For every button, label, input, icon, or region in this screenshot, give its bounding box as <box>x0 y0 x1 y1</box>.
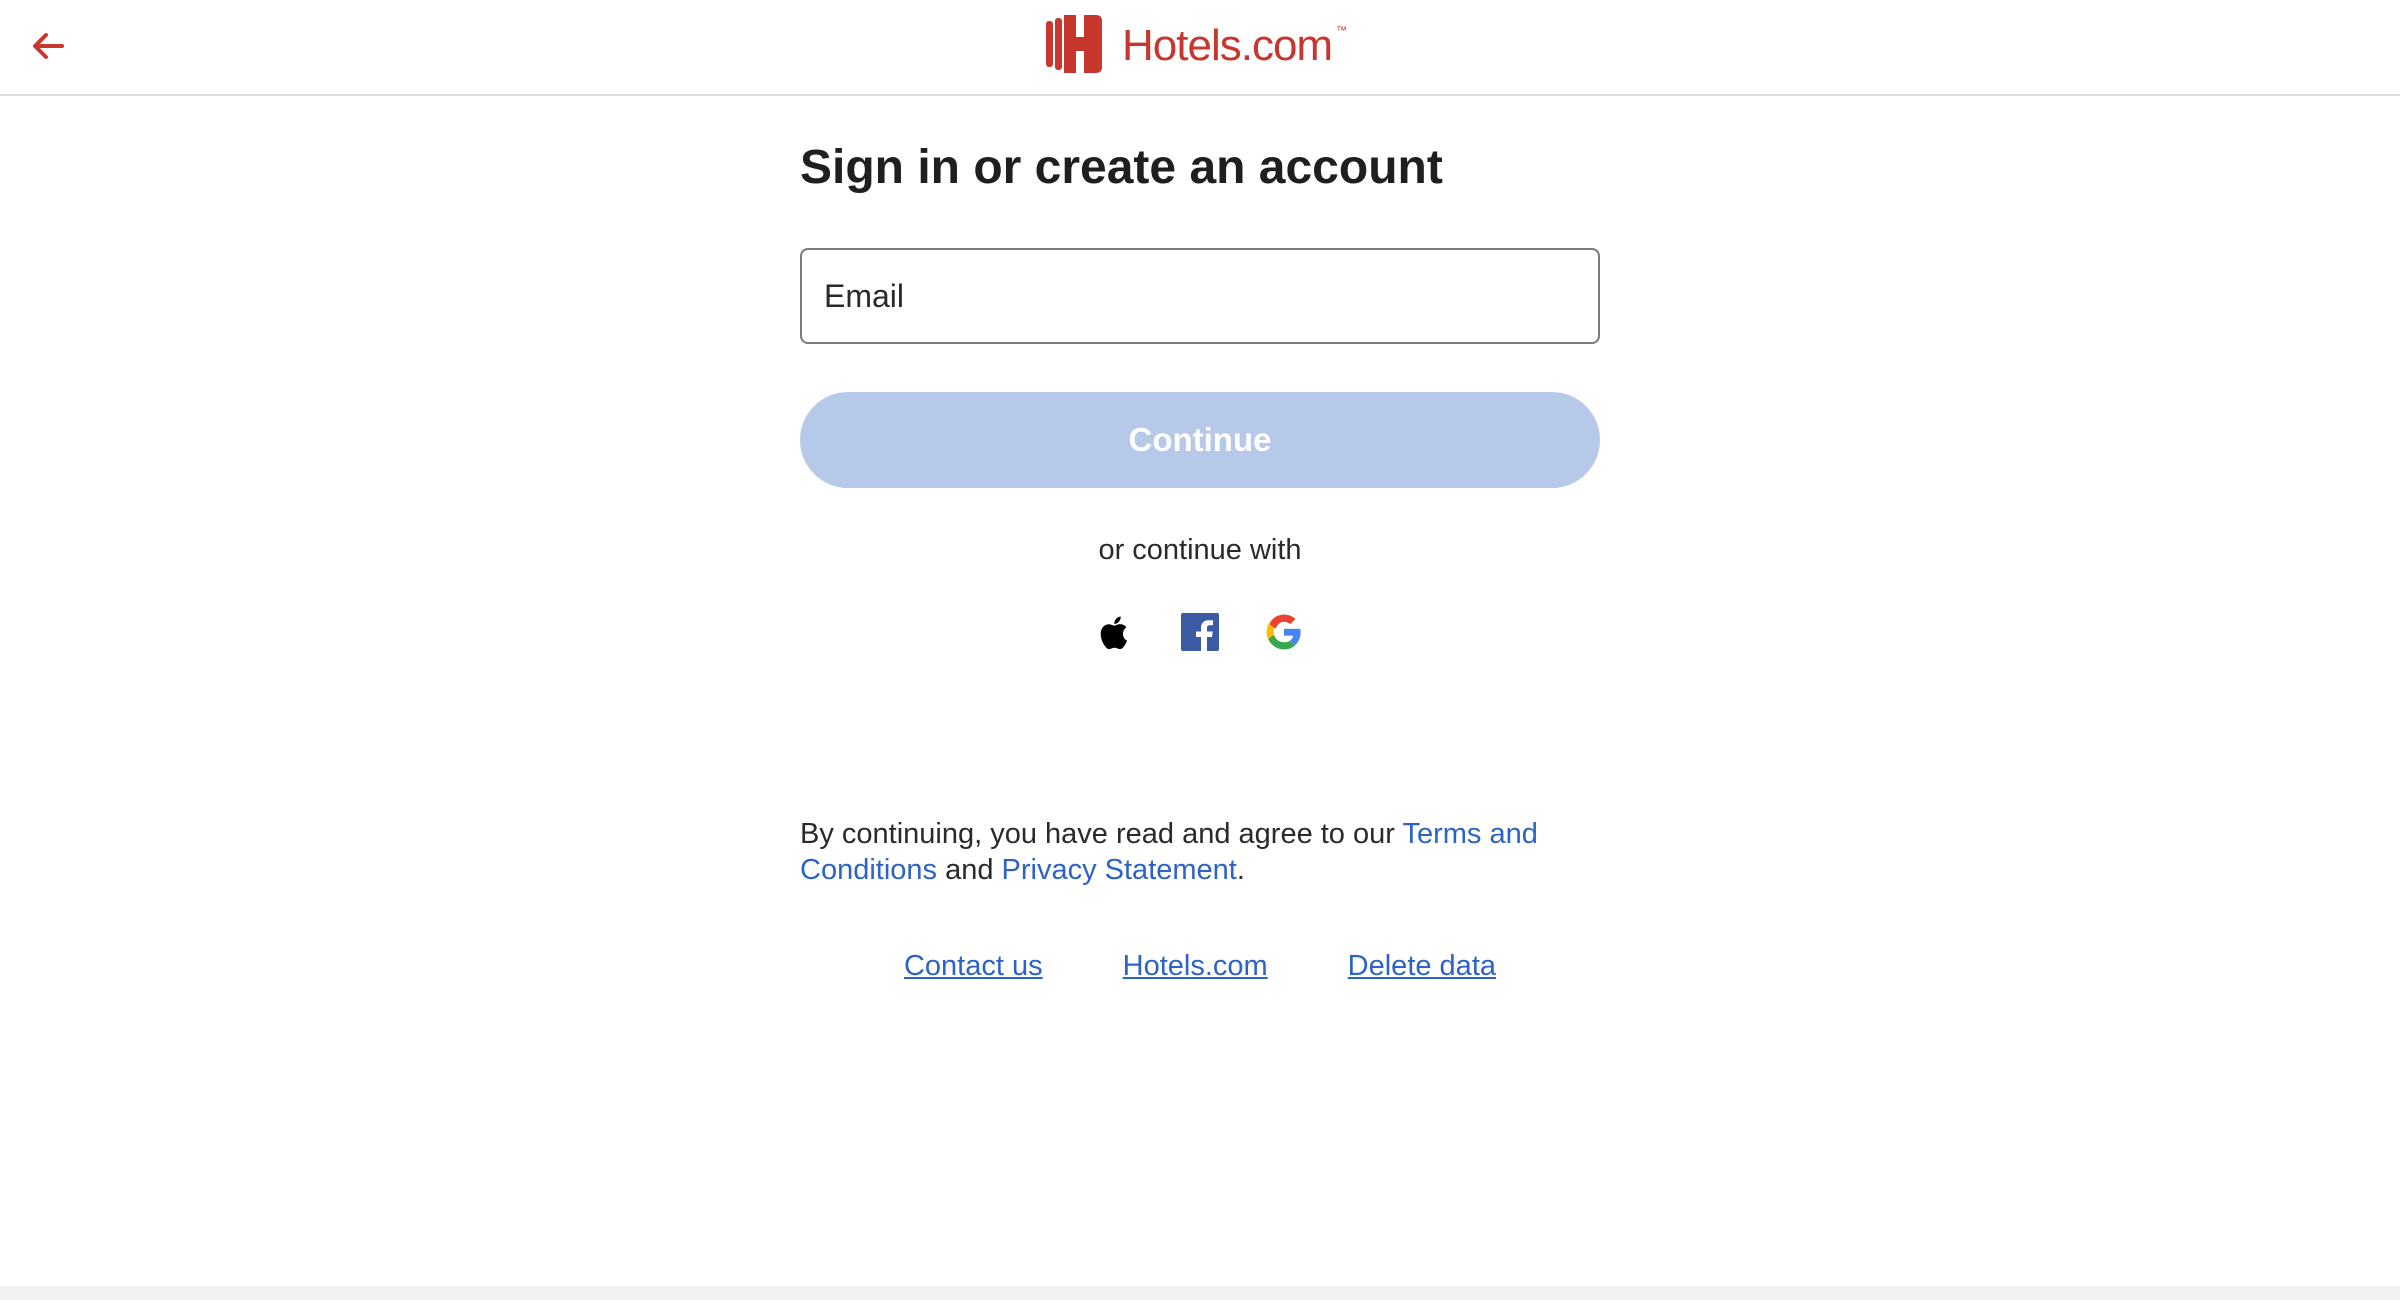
terms-suffix-text: . <box>1236 854 1245 886</box>
footer-links: Contact us Hotels.com Delete data <box>800 950 1600 983</box>
delete-data-link[interactable]: Delete data <box>1348 950 1496 983</box>
back-button[interactable] <box>26 26 70 70</box>
hotels-logo-icon <box>1046 14 1102 78</box>
trademark-symbol: ™ <box>1336 25 1347 37</box>
social-login-options <box>800 612 1600 656</box>
privacy-statement-link[interactable]: Privacy Statement <box>1002 854 1237 886</box>
continue-button[interactable]: Continue <box>800 392 1600 488</box>
arrow-left-icon <box>30 28 66 69</box>
terms-middle-text: and <box>937 854 1002 886</box>
bottom-strip <box>0 1286 2400 1300</box>
email-field[interactable] <box>800 248 1600 344</box>
top-header: Hotels.com ™ <box>0 0 2400 96</box>
logo-text: Hotels.com ™ <box>1122 21 1347 70</box>
contact-us-link[interactable]: Contact us <box>904 950 1043 983</box>
terms-notice: By continuing, you have read and agree t… <box>800 816 1560 888</box>
or-continue-with-text: or continue with <box>1098 534 1302 566</box>
hotels-logo[interactable]: Hotels.com ™ <box>1046 14 1347 78</box>
terms-prefix-text: By continuing, you have read and agree t… <box>800 818 1403 850</box>
apple-sign-in-button[interactable] <box>1094 612 1138 656</box>
page-title: Sign in or create an account <box>800 141 1443 194</box>
facebook-icon <box>1181 612 1219 656</box>
facebook-sign-in-button[interactable] <box>1178 612 1222 656</box>
google-icon <box>1265 613 1303 656</box>
hotels-home-link[interactable]: Hotels.com <box>1123 950 1268 983</box>
apple-icon <box>1099 612 1133 657</box>
google-sign-in-button[interactable] <box>1262 612 1306 656</box>
